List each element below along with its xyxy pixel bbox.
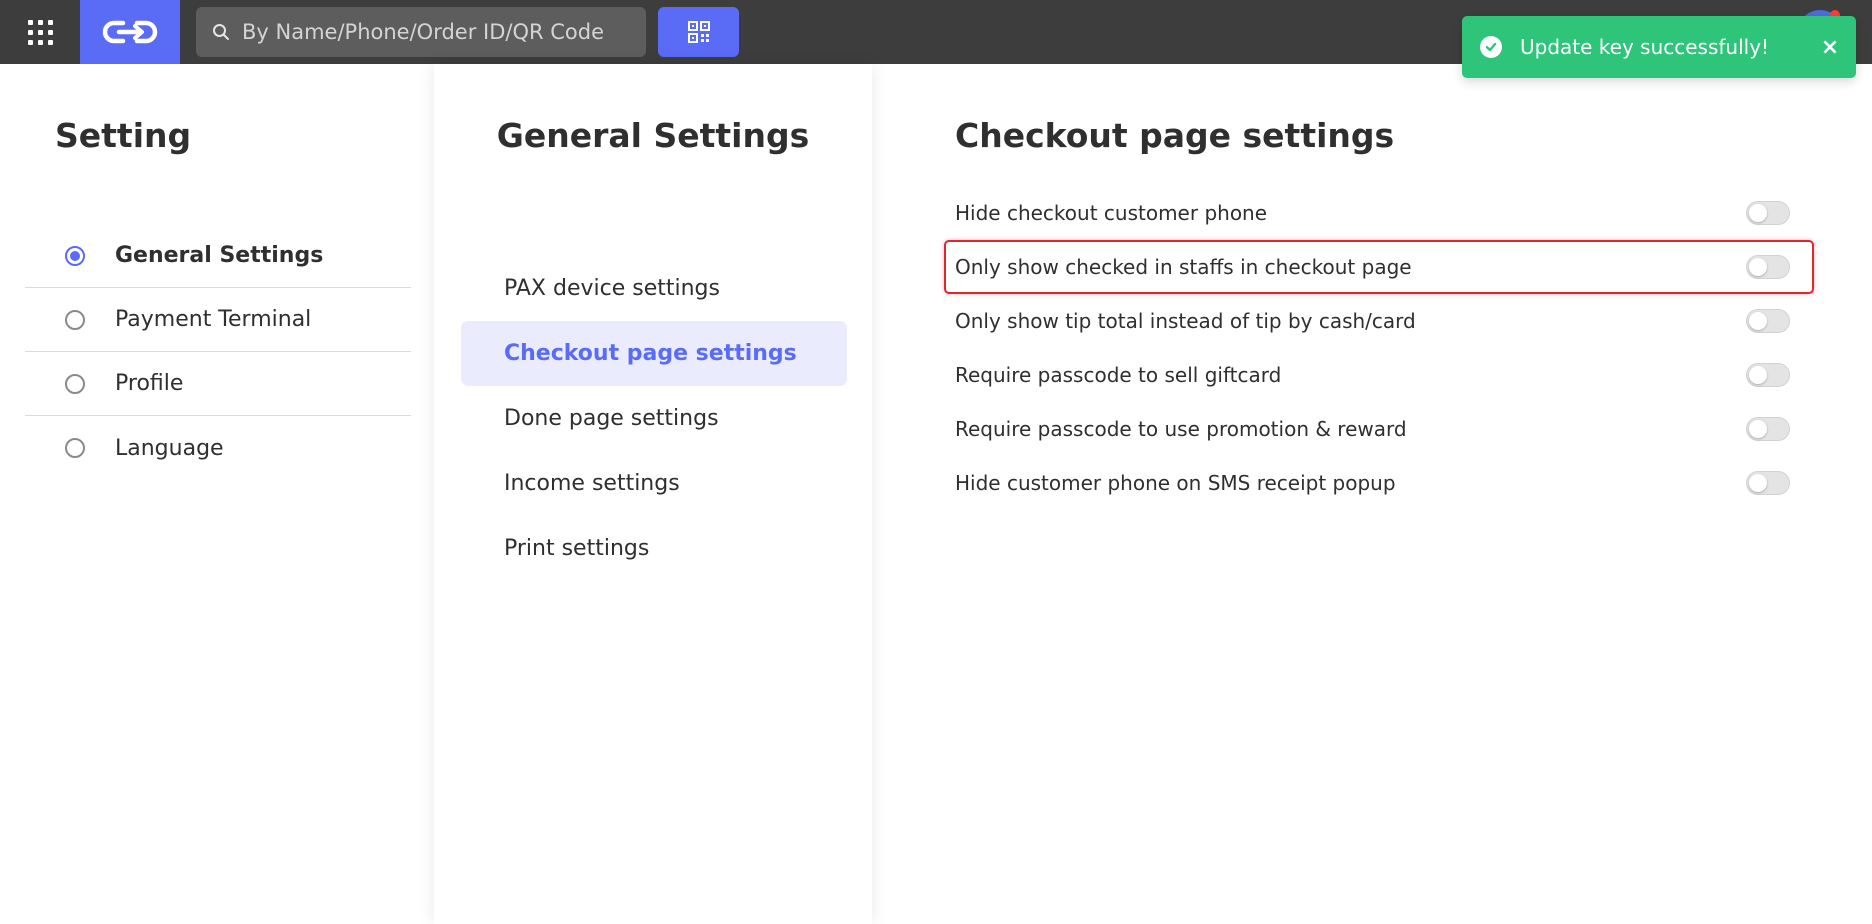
general-settings-menu: PAX device settings Checkout page settin… xyxy=(461,256,847,581)
panel-title: General Settings xyxy=(496,116,810,155)
menu-item-checkout-page-settings[interactable]: Checkout page settings xyxy=(461,321,847,386)
toggle-switch[interactable] xyxy=(1746,309,1790,333)
checkout-settings-content: Checkout page settings Hide checkout cus… xyxy=(872,64,1872,924)
toggle-switch[interactable] xyxy=(1746,471,1790,495)
setting-label: Only show tip total instead of tip by ca… xyxy=(955,309,1416,333)
toggle-switch[interactable] xyxy=(1746,417,1790,441)
apps-menu-button[interactable] xyxy=(0,0,80,64)
sidebar-item-profile[interactable]: Profile xyxy=(25,352,411,416)
setting-row-hide-phone-sms-receipt: Hide customer phone on SMS receipt popup xyxy=(944,456,1814,510)
setting-row-only-show-tip-total: Only show tip total instead of tip by ca… xyxy=(944,294,1814,348)
toggle-switch[interactable] xyxy=(1746,255,1790,279)
setting-row-hide-checkout-customer-phone: Hide checkout customer phone xyxy=(944,186,1814,240)
search-icon xyxy=(210,21,232,43)
radio-icon[interactable] xyxy=(65,438,85,458)
sidebar-item-label: Language xyxy=(115,435,224,461)
radio-icon[interactable] xyxy=(65,309,85,330)
setting-label: Only show checked in staffs in checkout … xyxy=(955,255,1412,279)
page-title: Checkout page settings xyxy=(955,116,1395,155)
settings-sidebar: Setting General Settings Payment Termina… xyxy=(0,64,434,924)
sidebar-title: Setting xyxy=(55,116,192,155)
close-icon[interactable]: × xyxy=(1810,27,1850,67)
setting-row-passcode-promotion-reward: Require passcode to use promotion & rewa… xyxy=(944,402,1814,456)
sidebar-item-label: Profile xyxy=(115,371,184,396)
menu-item-print-settings[interactable]: Print settings xyxy=(461,516,847,581)
setting-row-only-show-checked-in-staffs: Only show checked in staffs in checkout … xyxy=(944,240,1814,294)
qr-scan-button[interactable] xyxy=(658,7,739,57)
toggle-switch[interactable] xyxy=(1746,363,1790,387)
menu-item-done-page-settings[interactable]: Done page settings xyxy=(461,386,847,451)
sidebar-item-general-settings[interactable]: General Settings xyxy=(25,224,411,288)
sidebar-item-language[interactable]: Language xyxy=(25,416,411,480)
sidebar-item-label: Payment Terminal xyxy=(115,307,312,332)
setting-label: Hide customer phone on SMS receipt popup xyxy=(955,471,1396,495)
search-box[interactable] xyxy=(196,7,646,57)
setting-label: Hide checkout customer phone xyxy=(955,201,1268,225)
general-settings-panel: General Settings PAX device settings Che… xyxy=(434,64,872,924)
settings-list: Hide checkout customer phone Only show c… xyxy=(944,186,1814,510)
menu-item-pax-device-settings[interactable]: PAX device settings xyxy=(461,256,847,321)
radio-selected-icon[interactable] xyxy=(65,245,85,266)
setting-label: Require passcode to use promotion & rewa… xyxy=(955,417,1407,441)
search-input[interactable] xyxy=(232,7,646,57)
toggle-switch[interactable] xyxy=(1746,201,1790,225)
check-circle-icon xyxy=(1480,36,1502,58)
qr-code-icon xyxy=(687,21,710,43)
radio-icon[interactable] xyxy=(65,373,85,394)
setting-row-passcode-sell-giftcard: Require passcode to sell giftcard xyxy=(944,348,1814,402)
setting-label: Require passcode to sell giftcard xyxy=(955,363,1282,387)
sidebar-list: General Settings Payment Terminal Profil… xyxy=(25,224,411,480)
sidebar-item-label: General Settings xyxy=(115,243,324,268)
grid-icon xyxy=(27,19,53,45)
toast-message: Update key successfully! xyxy=(1520,35,1770,59)
link-logo-icon[interactable] xyxy=(80,0,180,64)
sidebar-item-payment-terminal[interactable]: Payment Terminal xyxy=(25,288,411,352)
menu-item-income-settings[interactable]: Income settings xyxy=(461,451,847,516)
